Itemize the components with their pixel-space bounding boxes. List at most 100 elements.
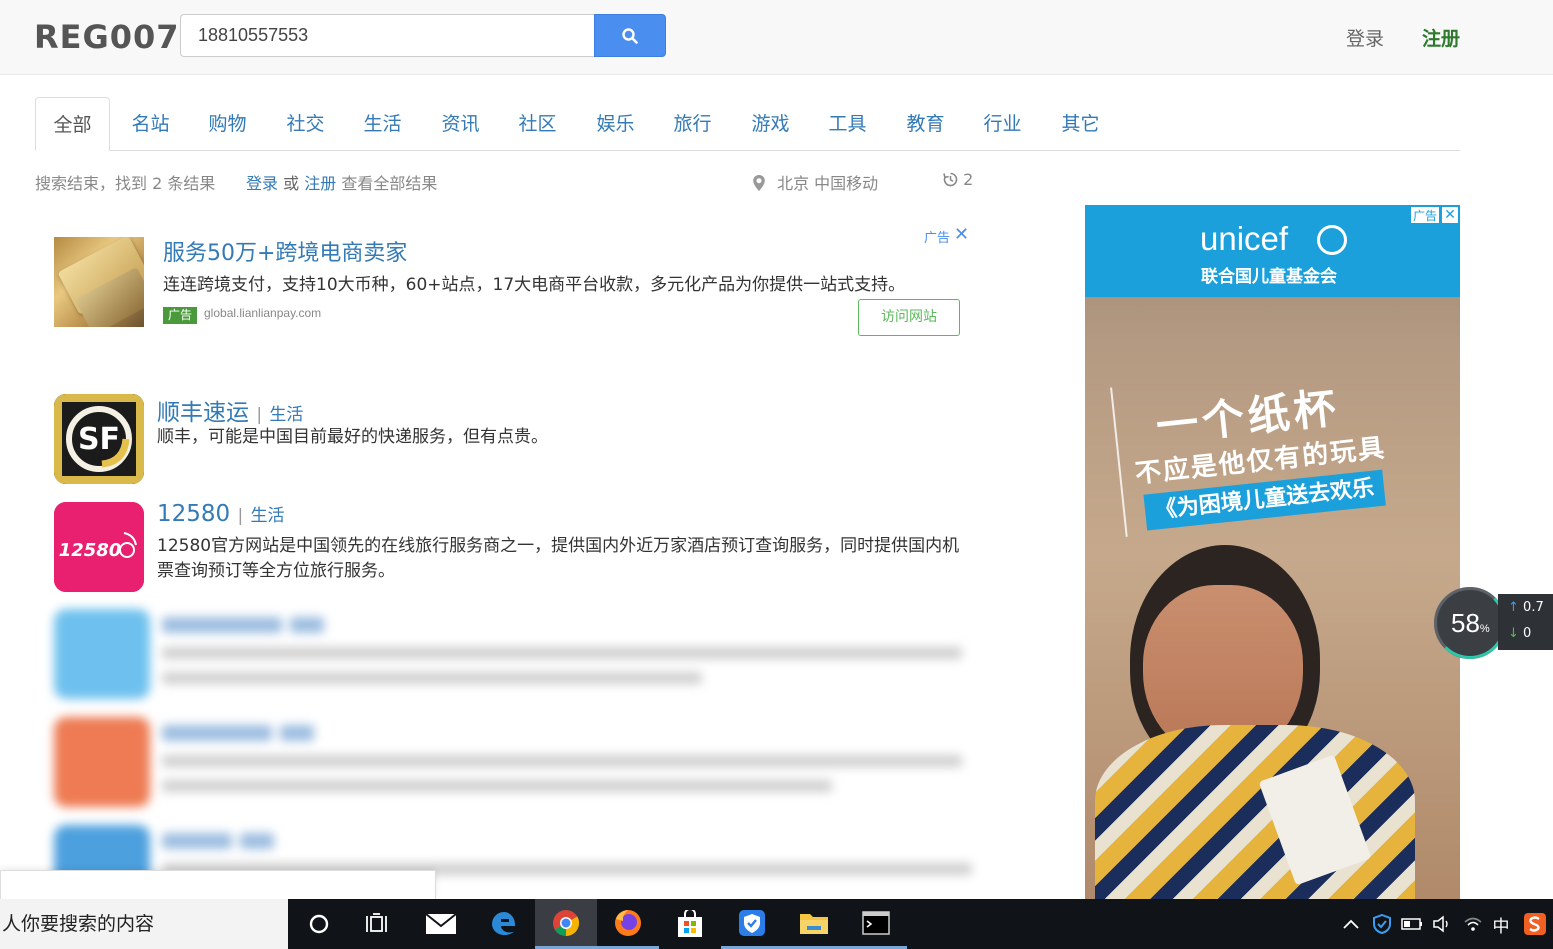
cortana-button[interactable]: [288, 899, 350, 949]
taskbar-firefox[interactable]: [597, 899, 659, 949]
svg-text:SF: SF: [78, 422, 120, 457]
result-category-12580[interactable]: 生活: [251, 506, 285, 526]
taskbar-terminal[interactable]: [845, 899, 907, 949]
taskbar-chrome[interactable]: [535, 899, 597, 949]
tab-news[interactable]: 资讯: [433, 97, 488, 151]
windows-taskbar: 人你要搜索的内容 中: [0, 899, 1553, 949]
history-icon: [943, 172, 958, 187]
sf-logo-icon: SF: [54, 394, 144, 484]
result-title-12580: 12580 | 生活: [157, 501, 285, 527]
search-summary: 搜索结束，找到 2 条结果: [35, 174, 216, 193]
unicef-banner-ad[interactable]: unicef 联合国儿童基金会 广告 ✕ 一个纸杯 不应是他仅有的玩具 《为困境…: [1085, 205, 1460, 899]
taskbar-search-box[interactable]: 人你要搜索的内容: [0, 899, 288, 949]
folder-icon: [800, 913, 828, 934]
tab-other[interactable]: 其它: [1053, 97, 1108, 151]
tray-wifi[interactable]: [1461, 899, 1485, 949]
terminal-icon: [862, 910, 890, 935]
category-tabs: 全部 名站 购物 社交 生活 资讯 社区 娱乐 旅行 游戏 工具 教育 行业 其…: [35, 97, 1460, 151]
tray-expand[interactable]: [1340, 899, 1362, 949]
top-header: REG007 18810557553 登录 注册: [0, 0, 1553, 75]
header-register-link[interactable]: 注册: [1422, 24, 1460, 51]
taskbar-mail[interactable]: [410, 899, 472, 949]
blurred-locked-results: [54, 607, 974, 899]
ad-title-link[interactable]: 服务50万+跨境电商卖家: [163, 235, 407, 267]
search-input[interactable]: 18810557553: [180, 14, 595, 57]
wifi-icon: [1464, 917, 1482, 931]
tab-social[interactable]: 社交: [278, 97, 333, 151]
mail-icon: [425, 913, 457, 934]
store-bag-icon: [678, 910, 702, 937]
task-view-icon: [366, 913, 387, 932]
cortana-circle-icon: [309, 914, 329, 934]
firefox-browser-icon: [615, 909, 641, 936]
tray-ime[interactable]: 中: [1489, 899, 1513, 949]
sf-express-logo[interactable]: SF: [54, 394, 144, 484]
taskbar-explorer[interactable]: [783, 899, 845, 949]
windows-search-popup: [0, 870, 436, 900]
status-view-all: 查看全部结果: [341, 174, 438, 193]
result-title-sf: 顺丰速运 | 生活: [157, 400, 304, 426]
taskbar-store[interactable]: [659, 899, 721, 949]
network-speed-widget[interactable]: 58%: [1434, 587, 1506, 659]
unicef-globe-icon: [1317, 225, 1347, 255]
memory-percent: 58%: [1451, 608, 1490, 638]
search-button[interactable]: [594, 14, 666, 57]
tray-shield-icon: [1373, 914, 1391, 934]
speed-panel: ↑ 0.7 ↓ 0: [1498, 594, 1553, 650]
result-desc-sf: 顺丰，可能是中国目前最好的快递服务，但有点贵。: [157, 427, 548, 447]
download-arrow-icon: ↓: [1508, 626, 1519, 641]
history-info[interactable]: 2: [943, 170, 973, 189]
ad-close-icon[interactable]: ✕: [954, 224, 969, 245]
ad-description: 连连跨境支付，支持10大币种，60+站点，17大电商平台收款，多元化产品为你提供…: [163, 275, 906, 295]
result-desc-12580: 12580官方网站是中国领先的在线旅行服务商之一，提供国内外近万家酒店预订查询服…: [157, 536, 960, 581]
taskbar-security[interactable]: [721, 899, 783, 949]
search-icon: [622, 27, 638, 44]
tab-tools[interactable]: 工具: [820, 97, 875, 151]
tab-famous[interactable]: 名站: [123, 97, 178, 151]
taskbar-edge[interactable]: [473, 899, 535, 949]
tab-all[interactable]: 全部: [35, 97, 110, 151]
banner-close-icon[interactable]: ✕: [1441, 206, 1459, 224]
unicef-header: unicef 联合国儿童基金会: [1085, 205, 1460, 297]
tab-travel[interactable]: 旅行: [665, 97, 720, 151]
download-speed: ↓ 0: [1508, 626, 1532, 641]
ad-url: global.lianlianpay.com: [204, 306, 322, 320]
result-link-12580[interactable]: 12580: [157, 501, 230, 527]
tray-battery[interactable]: [1400, 899, 1424, 949]
unicef-subtitle: 联合国儿童基金会: [1201, 267, 1337, 287]
result-category-sf[interactable]: 生活: [269, 405, 303, 425]
tab-industry[interactable]: 行业: [975, 97, 1030, 151]
shield-icon: [739, 909, 765, 936]
history-count: 2: [963, 170, 974, 189]
site-logo[interactable]: REG007: [34, 18, 180, 56]
tab-life[interactable]: 生活: [355, 97, 410, 151]
banner-ad-tag: 广告: [1410, 206, 1440, 224]
result-link-sf[interactable]: 顺丰速运: [157, 400, 249, 426]
ad-thumbnail[interactable]: [54, 237, 144, 327]
status-register-link[interactable]: 注册: [304, 174, 336, 193]
tab-community[interactable]: 社区: [510, 97, 565, 151]
ad-badge: 广告: [163, 307, 197, 324]
task-view-button[interactable]: [347, 899, 409, 949]
tray-volume[interactable]: [1430, 899, 1454, 949]
battery-icon: [1401, 918, 1422, 930]
location-info: 北京 中国移动: [752, 170, 878, 194]
status-login-link[interactable]: 登录: [246, 174, 278, 193]
chrome-browser-icon: [553, 909, 580, 936]
sogou-s-icon: [1524, 913, 1546, 935]
tab-games[interactable]: 游戏: [743, 97, 798, 151]
tray-security[interactable]: [1370, 899, 1394, 949]
tray-sogou[interactable]: [1522, 899, 1548, 949]
12580-logo[interactable]: 12580: [54, 502, 144, 592]
speaker-icon: [1433, 915, 1448, 933]
edge-browser-icon: [492, 912, 516, 936]
tab-education[interactable]: 教育: [898, 97, 953, 151]
search-input-value: 18810557553: [198, 25, 309, 45]
chevron-up-icon: [1343, 919, 1359, 929]
visit-site-button[interactable]: 访问网站: [858, 299, 960, 336]
upload-arrow-icon: ↑: [1508, 600, 1519, 615]
header-login-link[interactable]: 登录: [1346, 24, 1384, 51]
tab-shopping[interactable]: 购物: [200, 97, 255, 151]
12580-logo-icon: 12580: [54, 502, 144, 592]
tab-entertainment[interactable]: 娱乐: [588, 97, 643, 151]
